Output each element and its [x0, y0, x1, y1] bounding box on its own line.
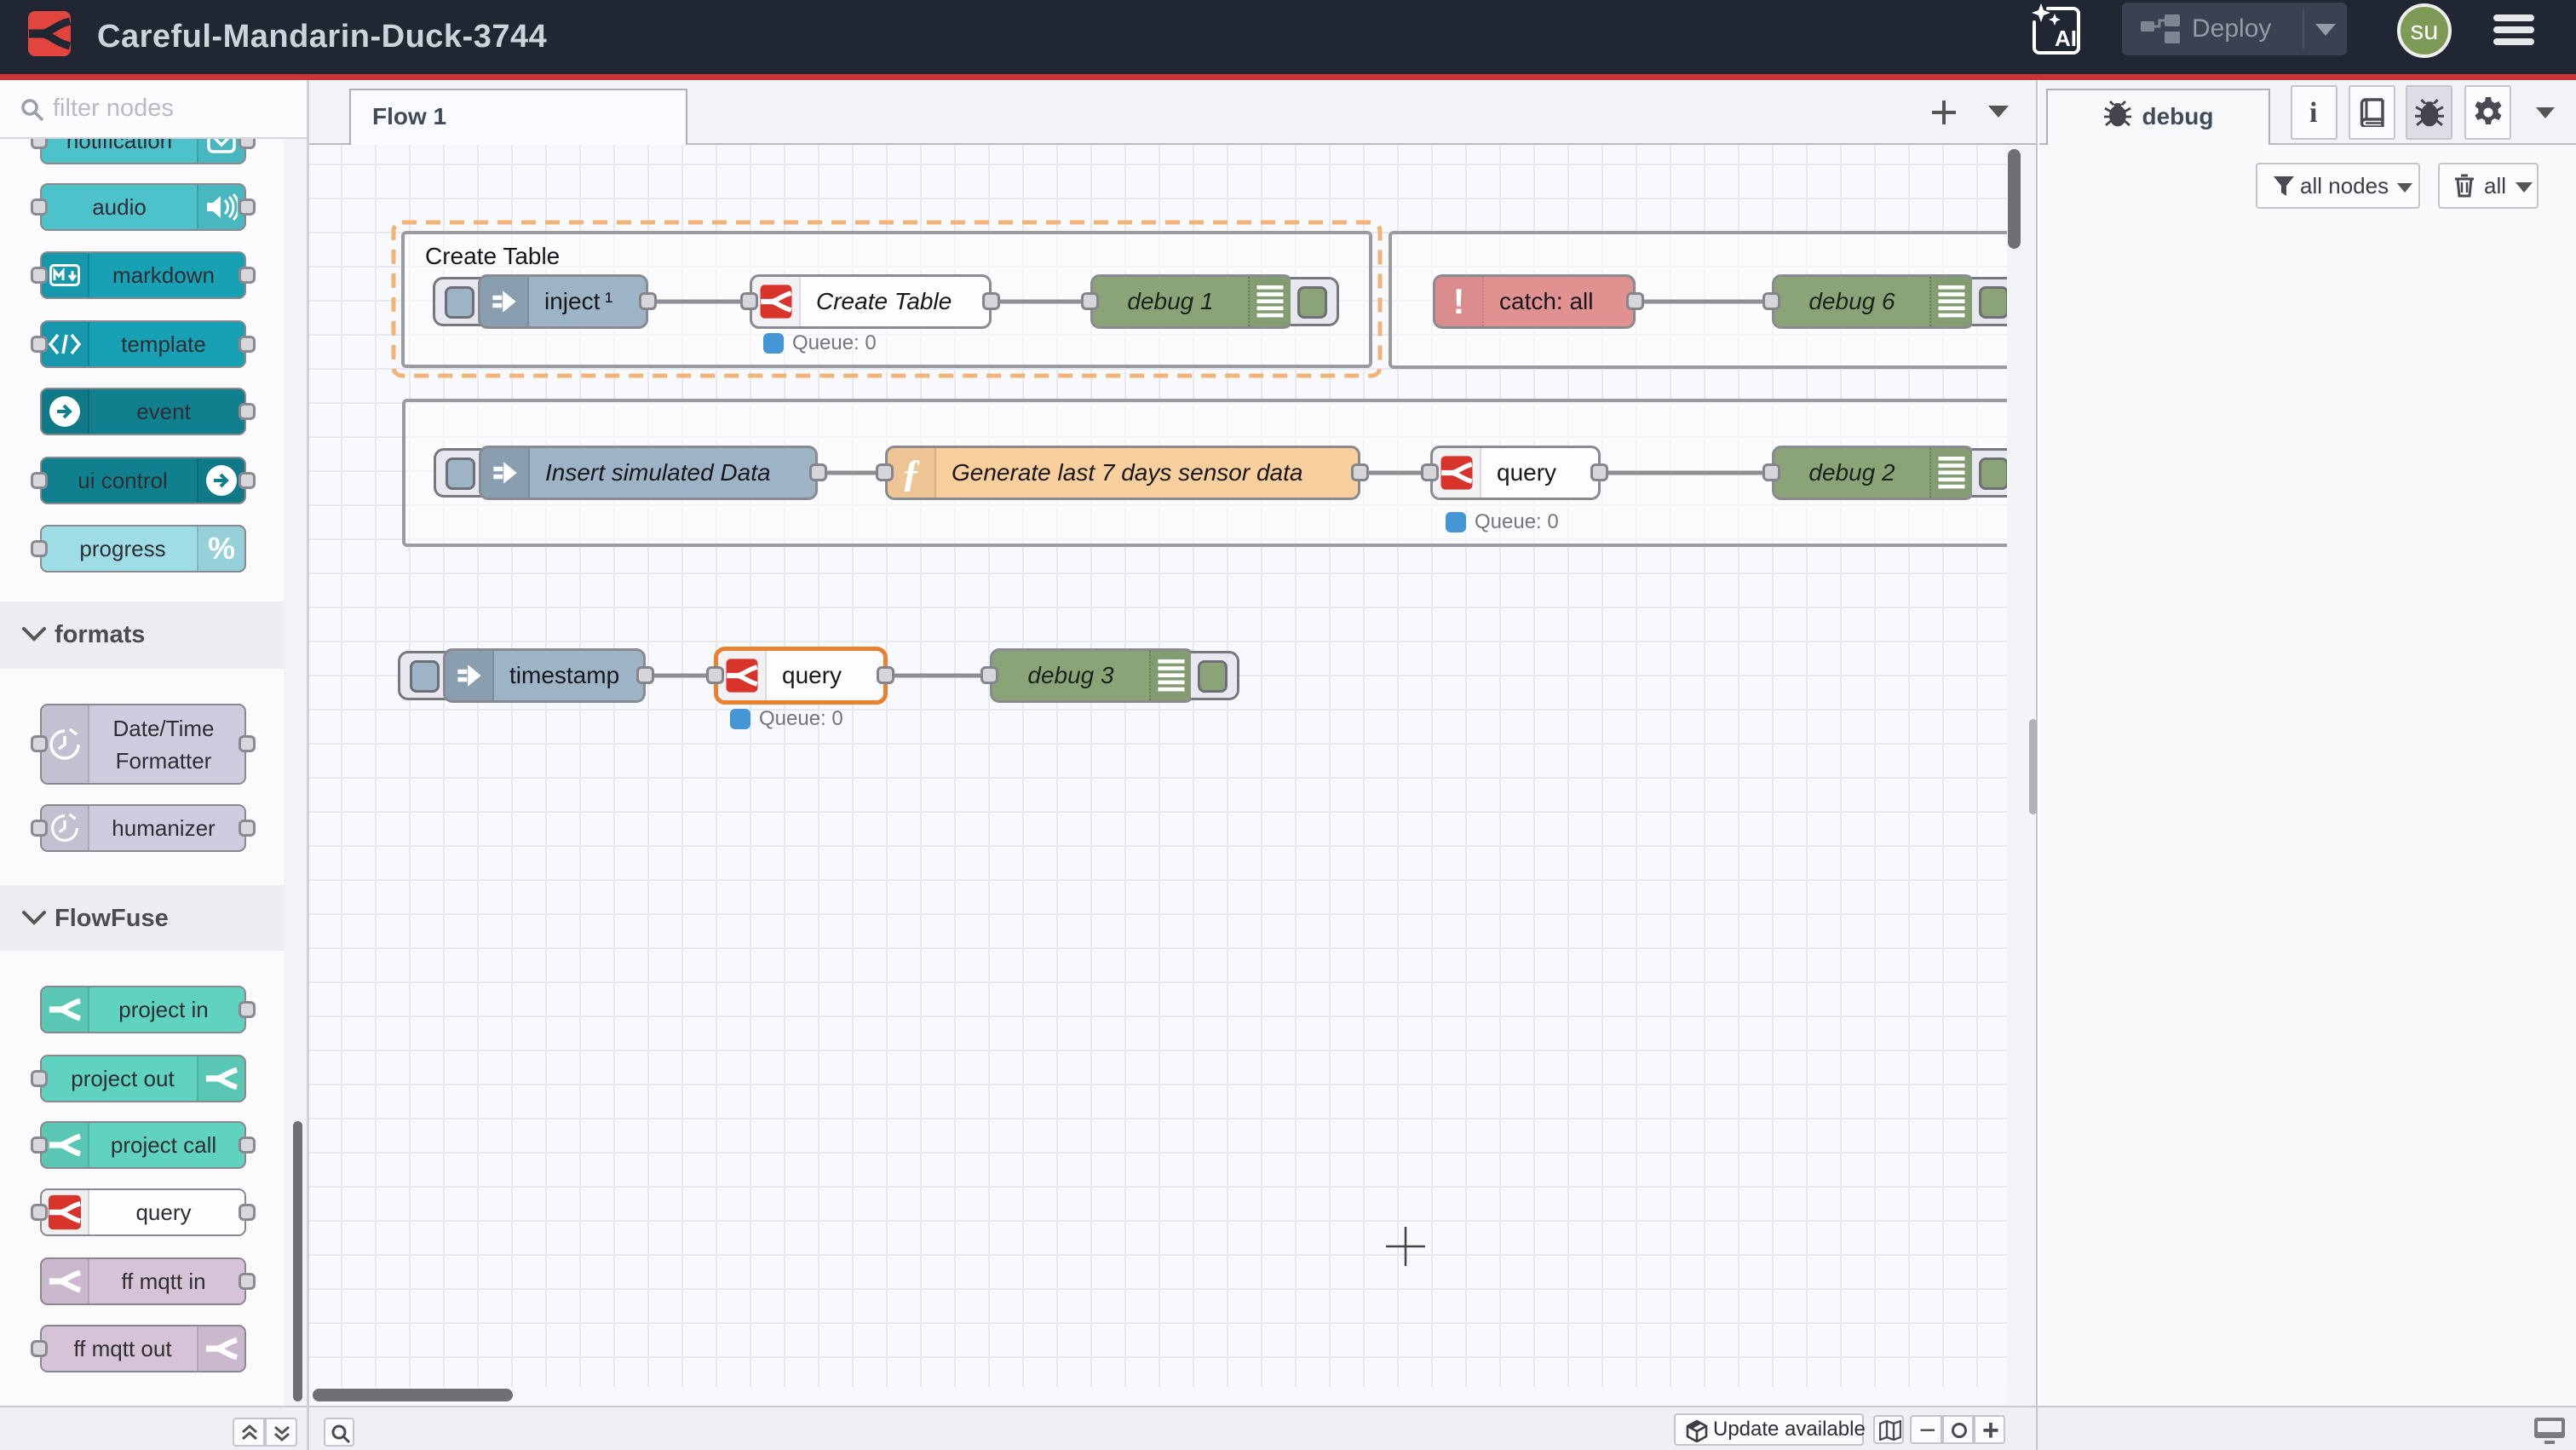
svg-text:AI: AI — [2055, 26, 2077, 51]
svg-text:i: i — [2309, 98, 2317, 127]
